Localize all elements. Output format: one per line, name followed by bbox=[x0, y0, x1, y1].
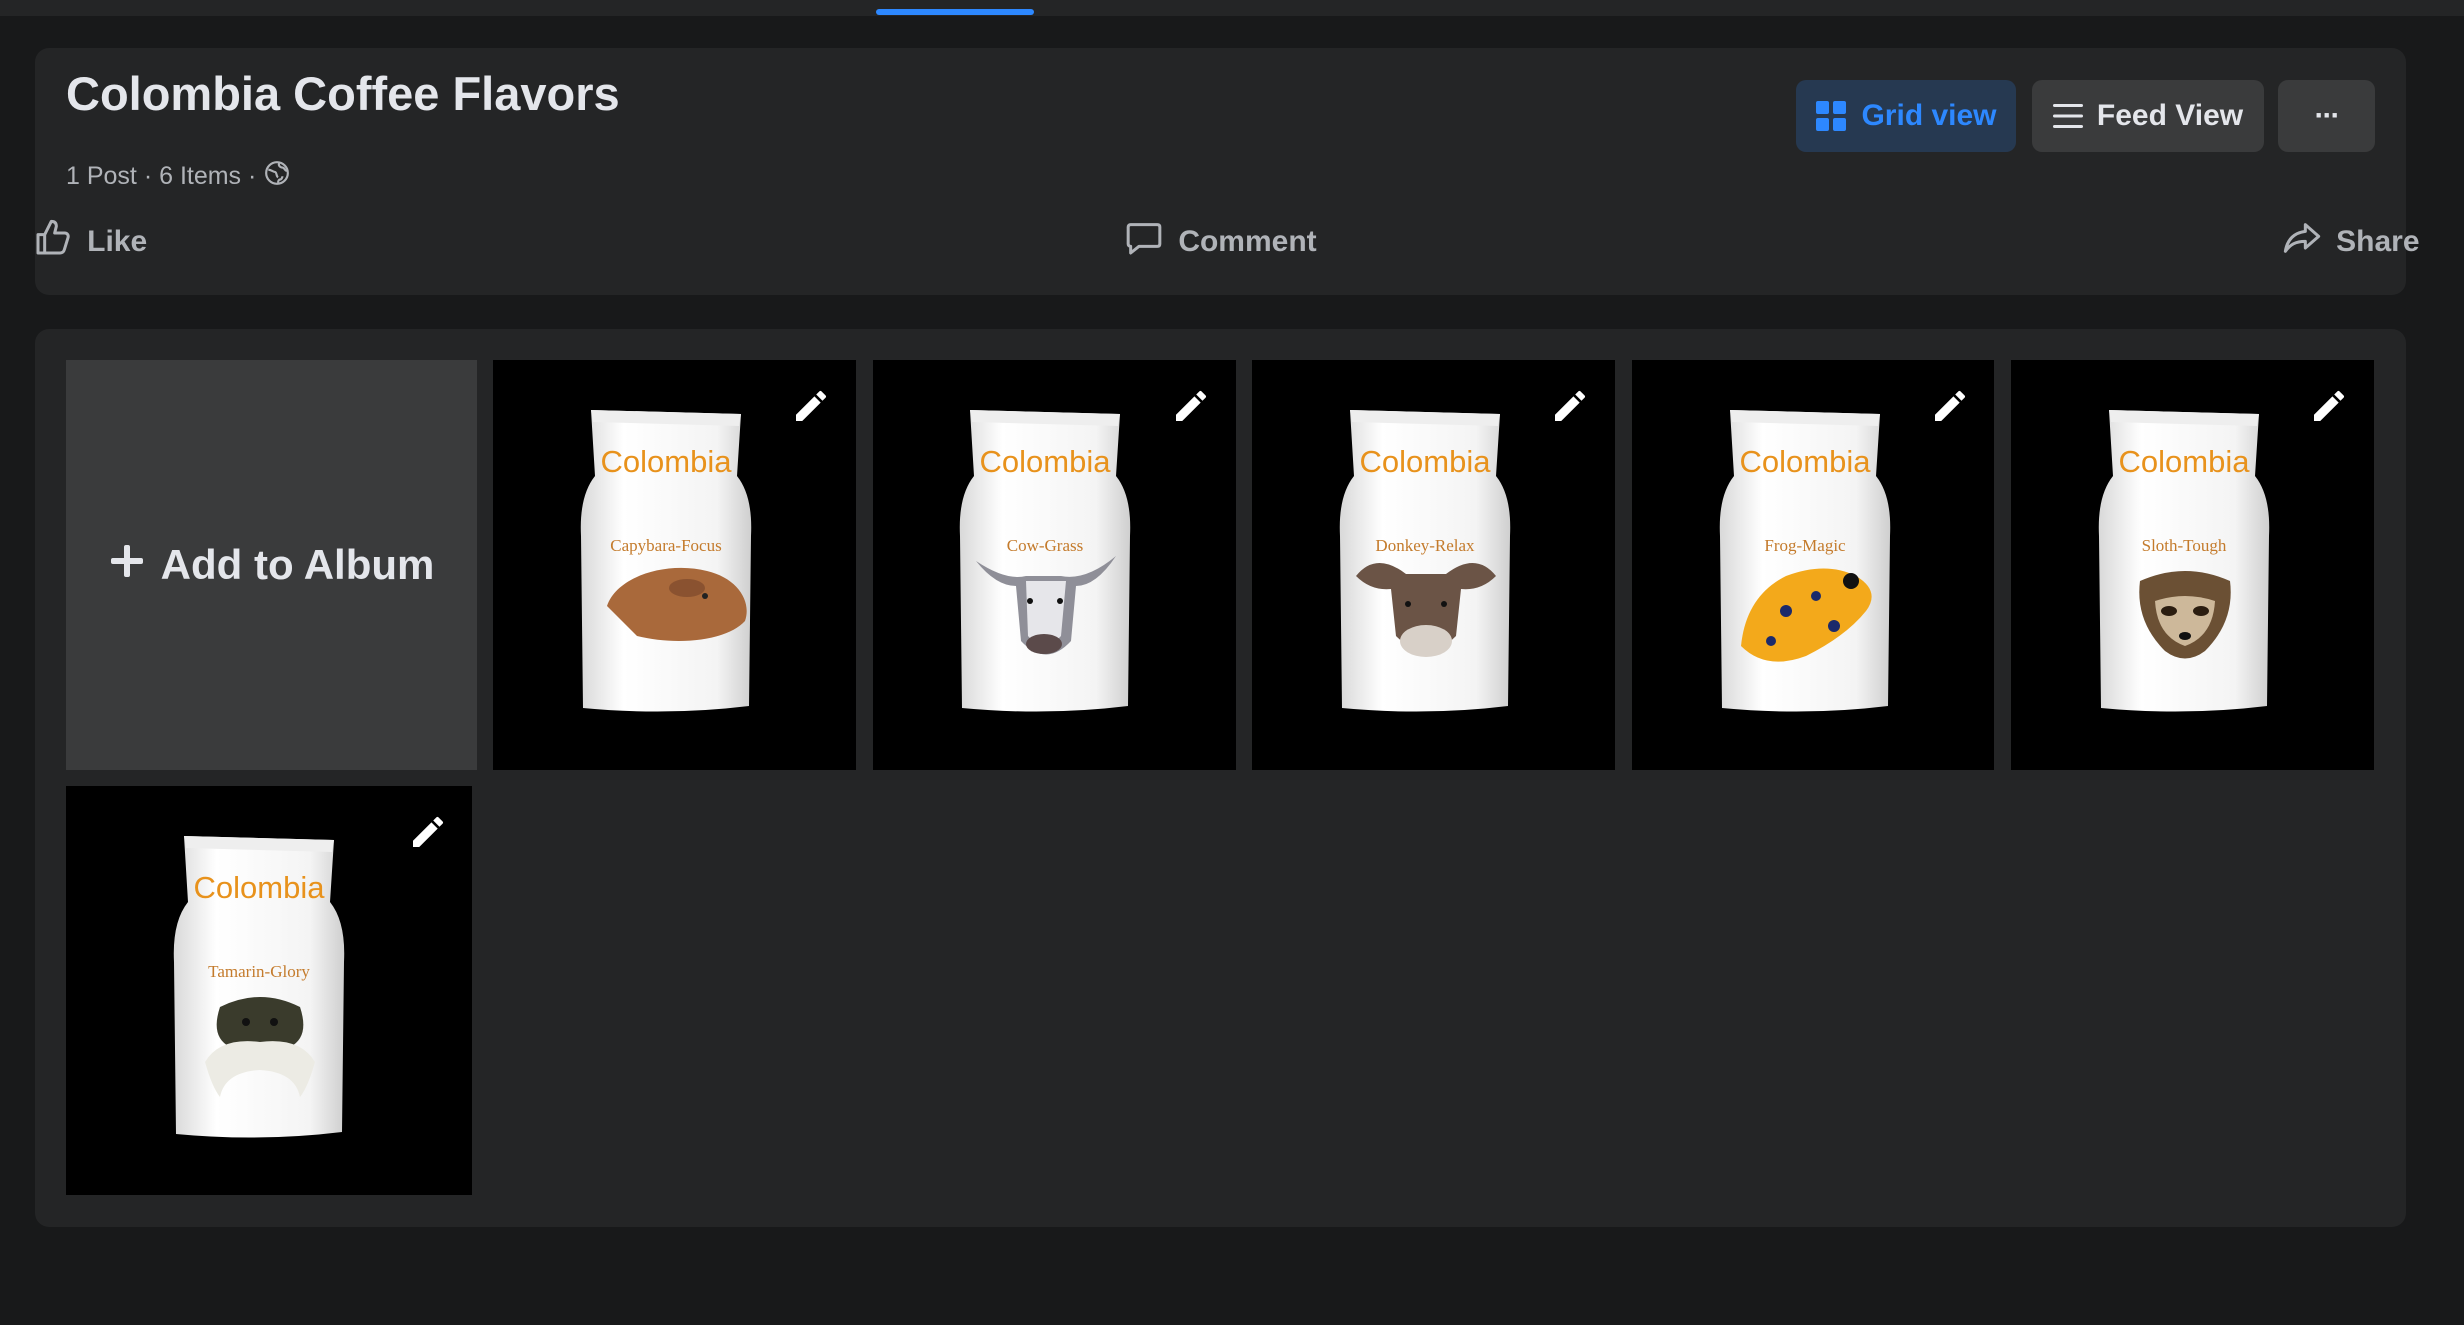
post-actions: Like Comment Share bbox=[35, 210, 2420, 274]
plus-icon bbox=[109, 541, 145, 589]
more-icon: ··· bbox=[2314, 99, 2341, 132]
feed-view-label: Feed View bbox=[2096, 99, 2244, 132]
edit-pencil-icon[interactable] bbox=[1550, 386, 1590, 426]
coffee-bag-image: Colombia Cow-Grass bbox=[956, 406, 1134, 716]
bag-flavor-label: Capybara-Focus bbox=[610, 536, 722, 555]
bag-brand-label: Colombia bbox=[1359, 444, 1491, 479]
bag-brand-label: Colombia bbox=[979, 444, 1111, 479]
coffee-bag-image: Colombia Frog-Magic bbox=[1716, 406, 1894, 716]
edit-pencil-icon[interactable] bbox=[2309, 386, 2349, 426]
thumbs-up-icon bbox=[33, 218, 73, 266]
grid-view-button[interactable]: Grid view bbox=[1796, 80, 2016, 152]
album-header: Colombia Coffee Flavors 1 Post · 6 Items… bbox=[35, 48, 2420, 295]
photo-tile-frog[interactable]: Colombia Frog-Magic bbox=[1632, 360, 1994, 770]
share-button[interactable]: Share bbox=[1956, 210, 2464, 274]
list-icon bbox=[2052, 103, 2083, 129]
bag-brand-label: Colombia bbox=[193, 870, 325, 905]
bag-brand-label: Colombia bbox=[2118, 444, 2250, 479]
bag-brand-label: Colombia bbox=[600, 444, 732, 479]
album-title: Colombia Coffee Flavors bbox=[66, 67, 620, 120]
share-icon bbox=[2282, 218, 2322, 266]
comment-button[interactable]: Comment bbox=[825, 210, 1615, 274]
coffee-bag-image: Colombia Sloth-Tough bbox=[2095, 406, 2273, 716]
comment-label: Comment bbox=[1178, 225, 1317, 258]
active-tab-indicator bbox=[876, 9, 1034, 15]
globe-icon[interactable] bbox=[264, 160, 290, 193]
bag-brand-label: Colombia bbox=[1739, 444, 1871, 479]
more-options-button[interactable]: ··· bbox=[2278, 80, 2375, 152]
top-bar bbox=[0, 0, 2464, 16]
edit-pencil-icon[interactable] bbox=[1930, 386, 1970, 426]
coffee-bag-image: Colombia Donkey-Relax bbox=[1336, 406, 1514, 716]
grid-view-label: Grid view bbox=[1861, 99, 1997, 132]
photo-tile-cow[interactable]: Colombia Cow-Grass bbox=[873, 360, 1236, 770]
bag-flavor-label: Tamarin-Glory bbox=[208, 962, 310, 981]
photo-tile-tamarin[interactable]: Colombia Tamarin-Glory bbox=[66, 786, 472, 1195]
like-button[interactable]: Like bbox=[0, 210, 485, 274]
edit-pencil-icon[interactable] bbox=[1171, 386, 1211, 426]
photo-tile-sloth[interactable]: Colombia Sloth-Tough bbox=[2011, 360, 2374, 770]
album-grid: Add to Album Colombia Capybara-Focus Colo… bbox=[35, 329, 2406, 1227]
add-to-album-button[interactable]: Add to Album bbox=[66, 360, 477, 770]
share-label: Share bbox=[2336, 225, 2420, 258]
grid-icon bbox=[1815, 100, 1847, 132]
comment-icon bbox=[1124, 218, 1164, 266]
edit-pencil-icon[interactable] bbox=[408, 812, 448, 852]
bag-flavor-label: Donkey-Relax bbox=[1375, 536, 1475, 555]
feed-view-button[interactable]: Feed View bbox=[2032, 80, 2264, 152]
coffee-bag-image: Colombia Capybara-Focus bbox=[577, 406, 755, 716]
bag-flavor-label: Frog-Magic bbox=[1764, 536, 1846, 555]
edit-pencil-icon[interactable] bbox=[791, 386, 831, 426]
add-to-album-label: Add to Album bbox=[160, 541, 435, 588]
coffee-bag-image: Colombia Tamarin-Glory bbox=[170, 832, 348, 1142]
bag-flavor-label: Sloth-Tough bbox=[2141, 536, 2227, 555]
bag-flavor-label: Cow-Grass bbox=[1006, 536, 1084, 555]
album-meta-text: 1 Post · 6 Items · bbox=[66, 162, 257, 190]
like-label: Like bbox=[87, 225, 148, 258]
photo-tile-donkey[interactable]: Colombia Donkey-Relax bbox=[1252, 360, 1615, 770]
album-meta: 1 Post · 6 Items · bbox=[66, 160, 290, 193]
photo-tile-capybara[interactable]: Colombia Capybara-Focus bbox=[493, 360, 856, 770]
